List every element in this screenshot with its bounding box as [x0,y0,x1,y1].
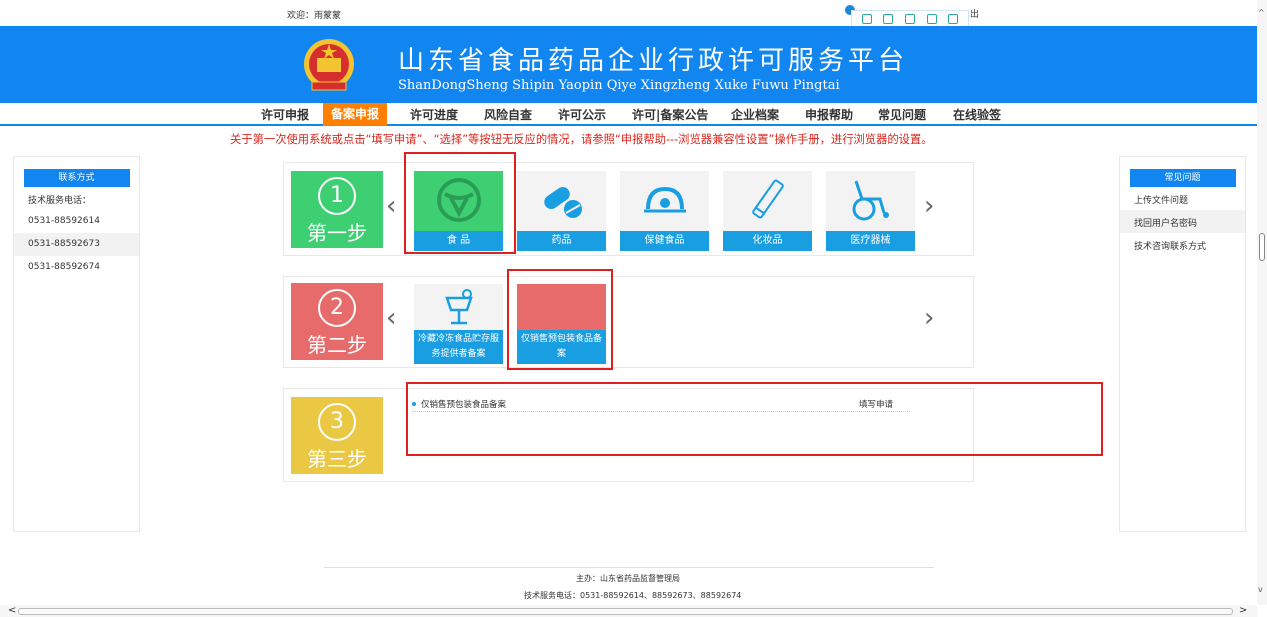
contact-line: 0531-88592614 [28,216,100,226]
main-nav: 许可申报 备案申报 许可进度 风险自查 许可公示 许可|备案公告 企业档案 申报… [0,103,1257,126]
highlight-frame [507,269,613,370]
nav-item-risk-check[interactable]: 风险自查 [484,106,532,123]
chevron-left-icon[interactable]: ‹ [386,303,396,333]
category-medical-device-card[interactable]: 医疗器械 [826,171,915,251]
top-bar: 欢迎：雨蒙蒙 出 [0,0,1257,28]
contact-panel: 联系方式 技术服务电话： 0531-88592614 0531-88592673… [13,156,140,532]
footer-phone: 技术服务电话：0531-88592614、88592673、88592674 [524,591,742,600]
site-banner: 山东省食品药品企业行政许可服务平台 ShanDongSheng Shipin Y… [0,26,1257,103]
screenshot-icon[interactable] [904,14,915,24]
scroll-right-icon[interactable]: > [1239,605,1247,616]
contact-line: 0531-88592673 [14,233,139,256]
scroll-thumb[interactable] [1259,233,1265,261]
step-number: 1 [318,177,356,215]
chevron-right-icon[interactable]: › [924,303,934,333]
banner-subtitle: ShanDongSheng Shipin Yaopin Qiye Xingzhe… [398,78,840,93]
card-caption: 保健食品 [620,231,709,251]
step-number: 3 [318,403,356,441]
banner-title: 山东省食品药品企业行政许可服务平台 [398,46,909,76]
welcome-text: 欢迎：雨蒙蒙 [287,11,342,21]
nav-item-help[interactable]: 申报帮助 [805,106,853,123]
nav-item-announcements[interactable]: 许可|备案公告 [632,106,708,123]
vertical-scrollbar[interactable]: ^ v [1257,0,1267,605]
step-2-section: 2 第二步 ‹ 冷藏冷冻食品贮存服务提供者备案 仅销售预包装食品备案 › [283,276,974,368]
browser-notice: 关于第一次使用系统或点击“填写申请”、“选择”等按钮无反应的情况，请参照“申报帮… [230,133,933,146]
chevron-left-icon[interactable]: ‹ [386,191,396,221]
nav-item-record-apply[interactable]: 备案申报 [323,103,388,126]
health-food-icon [644,186,686,213]
settings-icon[interactable] [948,14,959,24]
nav-item-license-public[interactable]: 许可公示 [558,106,606,123]
step-label: 第一步 [307,221,367,245]
step-1-tile: 1 第一步 [291,171,383,248]
step-label: 第二步 [307,333,367,357]
faq-link[interactable]: 找回用户名密码 [1120,210,1245,233]
nav-item-license-progress[interactable]: 许可进度 [410,106,458,123]
copy-icon[interactable] [861,14,872,24]
highlight-frame [406,382,1103,456]
contact-panel-header: 联系方式 [23,169,130,187]
lipstick-icon [752,179,784,219]
nav-item-enterprise-archive[interactable]: 企业档案 [731,106,779,123]
scroll-up-icon[interactable]: ^ [1258,8,1265,17]
pill-icon [544,186,582,218]
nav-item-license-apply[interactable]: 许可申报 [261,106,309,123]
contact-line: 0531-88592674 [28,262,100,272]
horizontal-scrollbar[interactable]: < > [0,605,1257,617]
wheelchair-icon [852,180,889,221]
scroll-left-icon[interactable]: < [8,605,16,616]
chevron-right-icon[interactable]: › [924,191,934,221]
faq-panel: 常见问题 上传文件问题 找回用户名密码 技术咨询联系方式 [1119,156,1246,532]
national-emblem-icon [304,39,354,91]
card-caption: 冷藏冷冻食品贮存服务提供者备案 [414,330,503,364]
record-cold-storage-card[interactable]: 冷藏冷冻食品贮存服务提供者备案 [414,284,503,364]
card-caption: 药品 [517,231,606,251]
scroll-thumb[interactable] [18,608,1233,615]
category-cosmetics-card[interactable]: 化妆品 [723,171,812,251]
share-icon[interactable] [926,14,937,24]
category-drug-card[interactable]: 药品 [517,171,606,251]
faq-link[interactable]: 上传文件问题 [1120,187,1245,210]
step-number: 2 [318,289,356,327]
step-1-section: 1 第一步 ‹ 食 品 药品 保健食品 化妆品 医疗器械 › [283,162,974,256]
expand-icon[interactable] [883,14,894,24]
card-caption: 化妆品 [723,231,812,251]
category-health-food-card[interactable]: 保健食品 [620,171,709,251]
faq-panel-header: 常见问题 [1129,169,1236,187]
logout-link[interactable]: 出 [970,7,979,20]
nav-item-online-verify[interactable]: 在线验签 [953,106,1001,123]
faq-link[interactable]: 技术咨询联系方式 [1120,233,1245,256]
highlight-frame [404,152,516,254]
card-caption: 医疗器械 [826,231,915,251]
contact-line: 技术服务电话： [28,196,92,206]
step-3-tile: 3 第三步 [291,397,383,474]
step-2-tile: 2 第二步 [291,283,383,360]
step-label: 第三步 [307,447,367,471]
drink-icon [445,289,473,325]
footer-sponsor: 主办：山东省药品监督管理局 [576,574,680,583]
footer-divider [324,567,934,568]
scroll-down-icon[interactable]: v [1258,585,1263,594]
nav-item-faq[interactable]: 常见问题 [878,106,926,123]
